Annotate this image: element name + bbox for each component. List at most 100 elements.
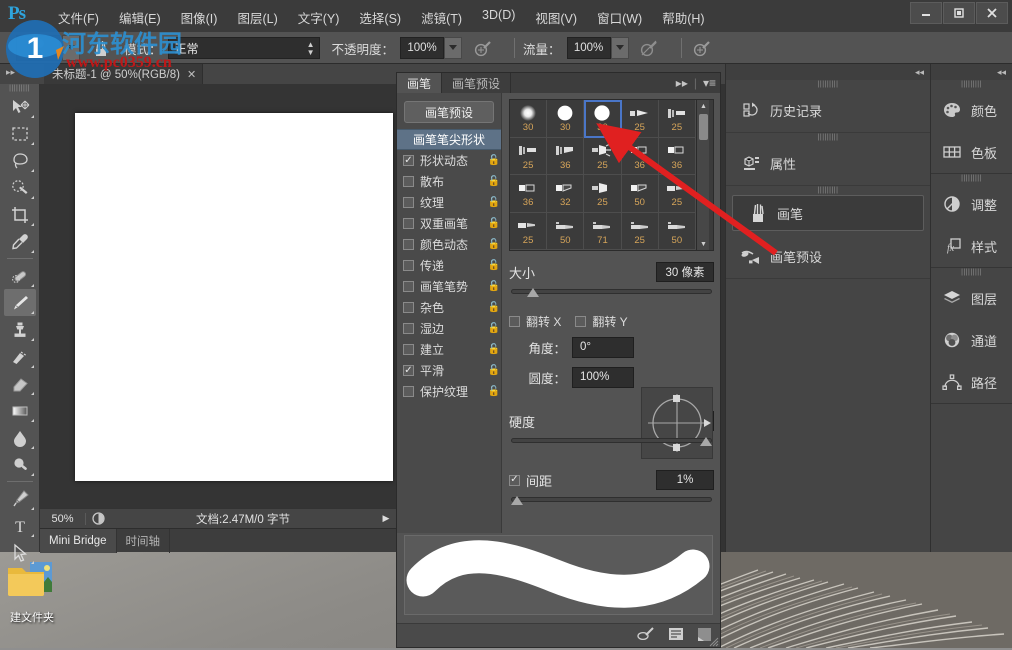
mode-select[interactable]: 正常 ▲▼ [168, 37, 320, 59]
hardness-slider-knob[interactable] [700, 437, 712, 446]
brush-tip-cell[interactable]: 50 [547, 213, 584, 251]
eraser-tool[interactable] [4, 370, 36, 397]
flow-input[interactable]: 100% [567, 37, 611, 59]
lock-icon[interactable]: 🔓 [487, 155, 501, 166]
checkbox-shape-dynamics[interactable] [403, 155, 414, 166]
dockB-collapse-icon[interactable]: ◂◂ [931, 64, 1012, 80]
menu-3d[interactable]: 3D(D) [472, 6, 525, 28]
brush-preset-picker[interactable]: 30 [16, 35, 60, 61]
document-tab-close-icon[interactable]: ✕ [187, 68, 196, 81]
checkbox-scattering[interactable] [403, 176, 414, 187]
brush-tip-cell[interactable]: 25 [584, 175, 621, 213]
size-value[interactable]: 30 像素 [656, 262, 714, 282]
canvas-document[interactable] [75, 113, 393, 481]
scroll-up-icon[interactable]: ▲ [697, 100, 710, 112]
brush-tip-cell[interactable]: 32 [547, 175, 584, 213]
pen-tool[interactable] [4, 485, 36, 512]
brush-tip-cell[interactable]: 30 [510, 100, 547, 138]
clone-stamp-tool[interactable] [4, 316, 36, 343]
brush-tip-cell-selected[interactable]: 30 [584, 100, 621, 138]
menu-filter[interactable]: 滤镜(T) [411, 6, 472, 28]
checkbox-flip-y[interactable] [575, 316, 586, 327]
lock-icon[interactable]: 🔓 [487, 281, 501, 292]
dock-item-styles[interactable]: fx 样式 [931, 225, 1012, 267]
lock-icon[interactable]: 🔓 [487, 239, 501, 250]
tab-mini-bridge[interactable]: Mini Bridge [40, 529, 117, 553]
dock-item-properties[interactable]: 属性 [726, 142, 930, 186]
menu-image[interactable]: 图像(I) [171, 6, 228, 28]
dodge-tool[interactable] [4, 451, 36, 478]
dock-item-layers[interactable]: 图层 [931, 277, 1012, 319]
tablet-pressure-icon[interactable] [690, 35, 716, 61]
panel-menu-icon[interactable]: ▾≡ [703, 76, 716, 90]
brush-panel-resize-handle[interactable] [709, 636, 719, 646]
checkbox-protect-texture[interactable] [403, 386, 414, 397]
brush-tip-cell[interactable]: 25 [659, 175, 696, 213]
spacing-slider-knob[interactable] [511, 496, 523, 505]
path-selection-tool[interactable] [4, 539, 36, 566]
brush-tip-cell[interactable]: 25 [622, 213, 659, 251]
checkbox-dual-brush[interactable] [403, 218, 414, 229]
menu-file[interactable]: 文件(F) [48, 6, 109, 28]
lock-icon[interactable]: 🔓 [487, 344, 501, 355]
tab-brush[interactable]: 画笔 [397, 73, 442, 93]
dockB-grip-2[interactable]: ||||||||| [931, 174, 1012, 183]
crop-tool[interactable] [4, 201, 36, 228]
dockA-collapse-icon[interactable]: ◂◂ [726, 64, 930, 80]
scroll-down-icon[interactable]: ▼ [697, 238, 710, 250]
dockA-grip-1[interactable]: ||||||||| [726, 80, 930, 89]
dock-item-channels[interactable]: 通道 [931, 319, 1012, 361]
brush-tip-grid[interactable]: 30 30 30 25 25 25 36 25 36 36 36 32 25 5… [510, 100, 696, 250]
brush-presets-button[interactable]: 画笔预设 [404, 101, 494, 123]
brush-tip-cell[interactable]: 25 [584, 138, 621, 176]
hardness-slider[interactable] [511, 435, 712, 447]
menu-bar[interactable]: 文件(F) 编辑(E) 图像(I) 图层(L) 文字(Y) 选择(S) 滤镜(T… [48, 6, 715, 28]
roundness-input[interactable]: 100% [572, 367, 634, 388]
dockB-grip-3[interactable]: ||||||||| [931, 268, 1012, 277]
scrollbar-thumb[interactable] [699, 114, 708, 140]
airbrush-icon[interactable] [637, 35, 663, 61]
menu-type[interactable]: 文字(Y) [288, 6, 350, 28]
brush-tip-cell[interactable]: 25 [510, 138, 547, 176]
angle-input[interactable]: 0° [572, 337, 634, 358]
checkbox-spacing[interactable] [509, 475, 520, 486]
checkbox-build-up[interactable] [403, 344, 414, 355]
category-wet-edges[interactable]: 湿边 🔓 [397, 318, 501, 339]
opacity-pressure-icon[interactable] [470, 35, 496, 61]
brush-tip-cell[interactable]: 50 [622, 175, 659, 213]
dock-item-color[interactable]: 颜色 [931, 89, 1012, 131]
brush-grid-scrollbar[interactable]: ▲ ▼ [696, 100, 709, 250]
size-slider-knob[interactable] [527, 288, 539, 297]
type-tool[interactable]: T [4, 512, 36, 539]
dock-item-brush[interactable]: 画笔 [732, 195, 924, 231]
zoom-level[interactable]: 50% [40, 513, 86, 525]
toggle-brush-panel-icon[interactable] [88, 35, 114, 61]
category-protect-texture[interactable]: 保护纹理 🔓 [397, 381, 501, 402]
status-expand-icon[interactable]: ▶ [376, 513, 396, 524]
brush-tip-cell[interactable]: 25 [622, 100, 659, 138]
lock-icon[interactable]: 🔓 [487, 302, 501, 313]
category-brush-pose[interactable]: 画笔笔势 🔓 [397, 276, 501, 297]
size-slider[interactable] [511, 286, 712, 298]
brush-tip-cell[interactable]: 25 [510, 213, 547, 251]
tab-brush-presets[interactable]: 画笔预设 [442, 73, 511, 93]
brush-tip-cell[interactable]: 36 [547, 138, 584, 176]
dock-item-brush-preset[interactable]: 画笔预设 [726, 235, 930, 279]
minimize-button[interactable] [910, 2, 942, 24]
menu-window[interactable]: 窗口(W) [587, 6, 652, 28]
dock-item-history[interactable]: 历史记录 [726, 89, 930, 133]
brush-tip-cell[interactable]: 50 [659, 213, 696, 251]
menu-layer[interactable]: 图层(L) [227, 6, 287, 28]
checkbox-texture[interactable] [403, 197, 414, 208]
checkbox-flip-x[interactable] [509, 316, 520, 327]
brush-preset-dropdown[interactable] [62, 35, 80, 61]
category-build-up[interactable]: 建立 🔓 [397, 339, 501, 360]
brush-preview-toggle-icon[interactable] [637, 627, 655, 645]
dockA-grip-3[interactable]: ||||||||| [726, 186, 930, 195]
lock-icon[interactable]: 🔓 [487, 176, 501, 187]
brush-tip-cell[interactable]: 36 [659, 138, 696, 176]
blur-tool[interactable] [4, 424, 36, 451]
marquee-tool[interactable] [4, 120, 36, 147]
category-dual-brush[interactable]: 双重画笔 🔓 [397, 213, 501, 234]
menu-edit[interactable]: 编辑(E) [109, 6, 171, 28]
